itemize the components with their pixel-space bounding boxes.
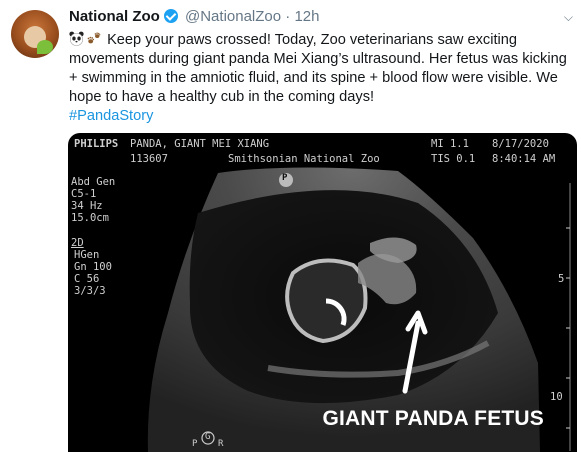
hashtag-link[interactable]: #PandaStory xyxy=(69,108,153,124)
us-p-marker: P xyxy=(282,173,288,183)
paw-prints-emoji-icon xyxy=(87,32,101,44)
us-mode-param: Gn 100 xyxy=(74,261,112,273)
us-mode: 2D xyxy=(71,237,84,249)
separator-dot: · xyxy=(285,8,291,25)
us-mode-param: 3/3/3 xyxy=(74,285,106,297)
us-param: Abd Gen xyxy=(71,176,116,188)
us-mi: MI 1.1 xyxy=(431,138,469,150)
us-param: 15.0cm xyxy=(71,212,109,224)
us-bottom-mark: P xyxy=(192,439,198,449)
us-param: 34 Hz xyxy=(71,200,103,212)
us-time: 8:40:14 AM xyxy=(492,153,556,165)
us-scale-label: 5 xyxy=(558,273,565,285)
image-caption: GIANT PANDA FETUS xyxy=(322,407,544,430)
ultrasound-scan xyxy=(147,167,571,452)
us-tis: TIS 0.1 xyxy=(431,153,476,165)
us-brand: PHILIPS xyxy=(74,138,119,150)
chevron-down-icon[interactable]: ⌵ xyxy=(564,10,573,25)
tweet-body: Keep your paws crossed! Today, Zoo veter… xyxy=(69,32,567,105)
us-g-marker: G xyxy=(205,432,211,442)
us-mode-param: C 56 xyxy=(74,273,100,285)
us-mode-param: HGen xyxy=(74,249,100,261)
us-param: C5-1 xyxy=(71,188,97,200)
us-patient: PANDA, GIANT MEI XIANG xyxy=(130,138,270,150)
tweet-time[interactable]: 12h xyxy=(294,8,319,25)
verified-badge-icon xyxy=(163,9,178,23)
us-bottom-mark: R xyxy=(218,439,224,449)
us-institution: Smithsonian National Zoo xyxy=(228,153,380,165)
us-id: 113607 xyxy=(130,153,168,165)
ultrasound-image[interactable]: PHILIPS PANDA, GIANT MEI XIANG 113607 Sm… xyxy=(68,133,577,452)
panda-emoji-icon xyxy=(69,31,84,46)
author-name[interactable]: National Zoo xyxy=(69,8,160,25)
avatar[interactable] xyxy=(11,10,59,58)
us-scale-label: 10 xyxy=(550,391,563,403)
tweet-header: National Zoo @NationalZoo · 12h xyxy=(69,8,319,25)
us-date: 8/17/2020 xyxy=(492,138,549,150)
author-handle[interactable]: @NationalZoo xyxy=(185,8,281,25)
tweet-text: Keep your paws crossed! Today, Zoo veter… xyxy=(69,31,574,126)
